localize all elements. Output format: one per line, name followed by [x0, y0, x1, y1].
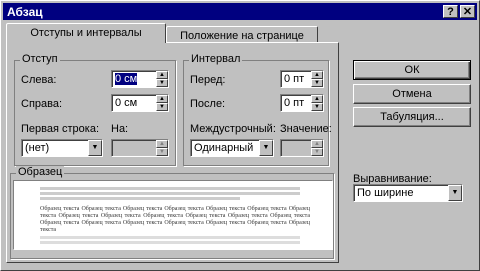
space-before-spinner[interactable]: 0 пт ▲ ▼ [280, 70, 324, 88]
preview-next-line [40, 236, 300, 239]
preview-next-line [40, 241, 300, 244]
up-arrow-icon[interactable]: ▲ [311, 95, 323, 103]
down-arrow-icon[interactable]: ▼ [311, 148, 323, 156]
up-arrow-icon[interactable]: ▲ [311, 140, 323, 148]
tabs-button[interactable]: Табуляция... [353, 107, 471, 127]
alignment-select[interactable]: По ширине ▼ [353, 184, 463, 202]
down-arrow-icon[interactable]: ▼ [156, 79, 168, 87]
right-indent-label: Справа: [21, 98, 63, 110]
space-after-label: После: [190, 98, 226, 110]
down-arrow-icon[interactable]: ▼ [311, 79, 323, 87]
window-title: Абзац [7, 5, 43, 19]
tab-indents-spacing[interactable]: Отступы и интервалы [6, 23, 166, 43]
space-after-value[interactable]: 0 пт [284, 97, 304, 109]
tab-page-position[interactable]: Положение на странице [166, 26, 318, 43]
right-indent-value[interactable]: 0 см [115, 97, 137, 109]
spacing-group: Интервал Перед: 0 пт ▲ ▼ После: 0 пт ▲ ▼… [183, 53, 332, 166]
spacing-value-spinner[interactable]: ▲ ▼ [280, 139, 324, 157]
down-arrow-icon[interactable]: ▼ [156, 103, 168, 111]
space-after-spinner[interactable]: 0 пт ▲ ▼ [280, 94, 324, 112]
up-arrow-icon[interactable]: ▲ [311, 71, 323, 79]
preview-box: Образец текста Образец текста Образец те… [13, 180, 333, 250]
preview-previous-line [40, 187, 300, 190]
space-before-value[interactable]: 0 пт [284, 73, 304, 85]
title-bar: Абзац ? ✕ [3, 3, 477, 20]
indent-group: Отступ Слева: 0 см ▲ ▼ Справа: 0 см ▲ ▼ … [14, 53, 176, 166]
space-before-label: Перед: [190, 74, 226, 86]
indent-by-label: На: [111, 123, 129, 135]
preview-group-title: Образец [16, 166, 65, 178]
up-arrow-icon[interactable]: ▲ [156, 140, 168, 148]
preview-previous-line [40, 192, 300, 195]
up-arrow-icon[interactable]: ▲ [156, 95, 168, 103]
left-indent-spinner[interactable]: 0 см ▲ ▼ [111, 70, 169, 88]
dropdown-arrow-icon[interactable]: ▼ [88, 140, 102, 156]
spacing-value-label: Значение: [280, 123, 332, 135]
indent-by-spinner[interactable]: ▲ ▼ [111, 139, 169, 157]
indent-group-title: Отступ [20, 53, 60, 65]
cancel-button[interactable]: Отмена [353, 84, 471, 104]
dropdown-arrow-icon[interactable]: ▼ [448, 185, 462, 201]
down-arrow-icon[interactable]: ▼ [156, 148, 168, 156]
first-line-label: Первая строка: [21, 123, 99, 135]
first-line-select[interactable]: (нет) ▼ [21, 139, 103, 157]
line-spacing-value[interactable]: Одинарный [194, 142, 253, 154]
left-indent-label: Слева: [21, 74, 57, 86]
preview-sample-text: Образец текста Образец текста Образец те… [40, 206, 310, 233]
dropdown-arrow-icon[interactable]: ▼ [259, 140, 273, 156]
spacing-group-title: Интервал [189, 53, 243, 65]
up-arrow-icon[interactable]: ▲ [156, 71, 168, 79]
left-indent-value[interactable]: 0 см [115, 73, 138, 85]
line-spacing-select[interactable]: Одинарный ▼ [190, 139, 274, 157]
right-indent-spinner[interactable]: 0 см ▲ ▼ [111, 94, 169, 112]
paragraph-dialog: Абзац ? ✕ Отступы и интервалы Положение … [0, 0, 480, 271]
preview-previous-line [40, 197, 240, 200]
line-spacing-label: Междустрочный: [190, 123, 276, 135]
close-button[interactable]: ✕ [460, 5, 475, 18]
ok-button[interactable]: ОК [353, 60, 471, 80]
alignment-value[interactable]: По ширине [357, 187, 414, 199]
help-button[interactable]: ? [443, 5, 458, 18]
first-line-value[interactable]: (нет) [25, 142, 49, 154]
down-arrow-icon[interactable]: ▼ [311, 103, 323, 111]
